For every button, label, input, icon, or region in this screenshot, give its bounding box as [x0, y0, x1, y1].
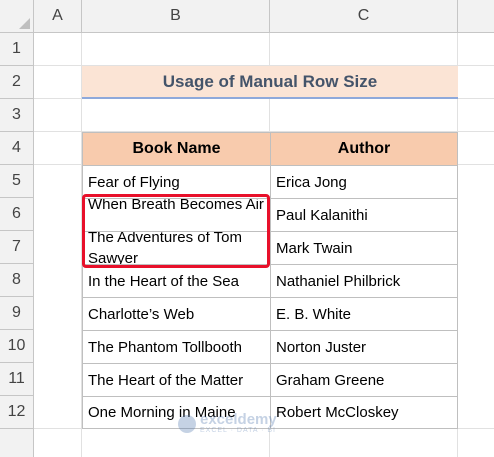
row-header-11[interactable]: 11 — [0, 363, 34, 396]
select-all-icon — [19, 18, 30, 29]
exceldemy-logo-icon — [178, 414, 196, 433]
row-header-8[interactable]: 8 — [0, 264, 34, 297]
column-header-b[interactable]: B — [82, 0, 270, 33]
cell-author[interactable]: Norton Juster — [270, 330, 458, 364]
row-header-2[interactable]: 2 — [0, 66, 34, 99]
header-author[interactable]: Author — [270, 132, 458, 166]
header-book-name[interactable]: Book Name — [82, 132, 271, 166]
row-header-1[interactable]: 1 — [0, 33, 34, 66]
highlight-box — [82, 194, 270, 268]
row-header-13[interactable] — [0, 429, 34, 457]
cell-book-name[interactable]: Charlotte’s Web — [82, 297, 271, 331]
column-header-a[interactable]: A — [34, 0, 82, 33]
row-header-4[interactable]: 4 — [0, 132, 34, 165]
cell-author[interactable]: Robert McCloskey — [270, 396, 458, 429]
row-header-9[interactable]: 9 — [0, 297, 34, 330]
column-header-d[interactable] — [458, 0, 494, 33]
sheet-title[interactable]: Usage of Manual Row Size — [82, 66, 458, 99]
watermark-name: exceldemy — [200, 411, 277, 428]
spreadsheet: A B C 1 2 3 4 5 6 7 8 9 10 11 12 Usage o… — [0, 0, 494, 457]
cell-book-name[interactable]: The Phantom Tollbooth — [82, 330, 271, 364]
cell-book-name[interactable]: In the Heart of the Sea — [82, 264, 271, 298]
row-header-7[interactable]: 7 — [0, 231, 34, 264]
cell-author[interactable]: Mark Twain — [270, 231, 458, 265]
cell-book-name[interactable]: The Heart of the Matter — [82, 363, 271, 397]
cell-author[interactable]: Graham Greene — [270, 363, 458, 397]
row-header-10[interactable]: 10 — [0, 330, 34, 363]
watermark: exceldemy EXCEL · DATA · BI — [178, 411, 277, 434]
row-header-5[interactable]: 5 — [0, 165, 34, 198]
column-header-c[interactable]: C — [270, 0, 458, 33]
cell-author[interactable]: Nathaniel Philbrick — [270, 264, 458, 298]
row-header-12[interactable]: 12 — [0, 396, 34, 429]
cell-author[interactable]: E. B. White — [270, 297, 458, 331]
select-all-corner[interactable] — [0, 0, 34, 33]
cell-author[interactable]: Erica Jong — [270, 165, 458, 199]
row-header-3[interactable]: 3 — [0, 99, 34, 132]
row-header-6[interactable]: 6 — [0, 198, 34, 231]
cell-author[interactable]: Paul Kalanithi — [270, 198, 458, 232]
watermark-tagline: EXCEL · DATA · BI — [200, 427, 276, 434]
